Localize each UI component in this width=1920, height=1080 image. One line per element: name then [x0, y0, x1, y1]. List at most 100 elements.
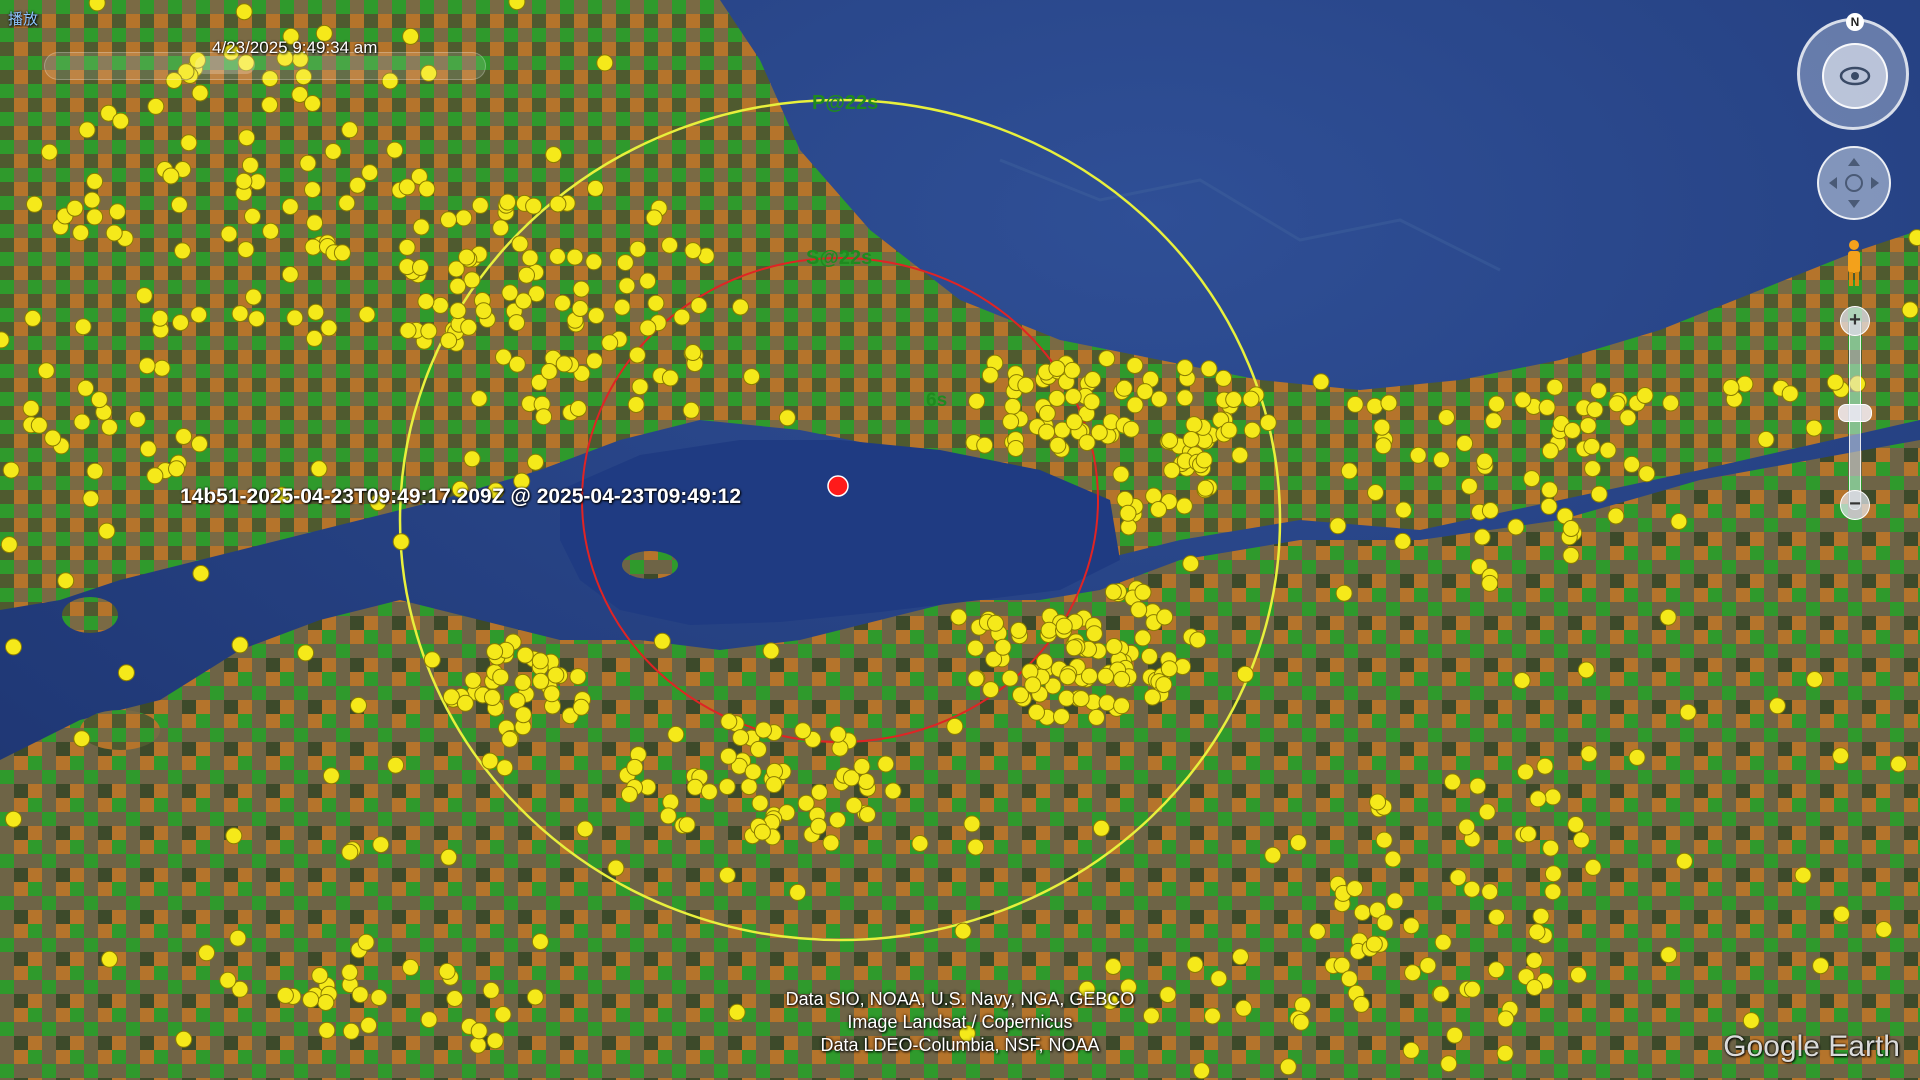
station-marker[interactable]: [718, 778, 736, 796]
station-marker[interactable]: [1141, 647, 1158, 665]
station-marker[interactable]: [1365, 935, 1383, 953]
station-marker[interactable]: [587, 179, 604, 197]
station-marker[interactable]: [628, 346, 646, 364]
station-marker[interactable]: [170, 196, 188, 214]
station-marker[interactable]: [342, 1022, 360, 1040]
station-marker[interactable]: [967, 670, 985, 688]
station-marker[interactable]: [463, 450, 481, 468]
station-marker[interactable]: [1485, 412, 1503, 430]
station-marker[interactable]: [987, 614, 1004, 632]
station-marker[interactable]: [464, 671, 482, 689]
station-marker[interactable]: [678, 816, 696, 834]
station-marker[interactable]: [1231, 446, 1249, 464]
station-marker[interactable]: [1440, 1055, 1458, 1073]
station-marker[interactable]: [1529, 790, 1547, 808]
station-marker[interactable]: [778, 409, 796, 427]
station-marker[interactable]: [423, 651, 441, 669]
station-marker[interactable]: [1200, 360, 1218, 378]
station-marker[interactable]: [1007, 440, 1025, 457]
station-marker[interactable]: [1675, 852, 1693, 870]
station-marker[interactable]: [1607, 507, 1625, 525]
station-marker[interactable]: [244, 207, 261, 225]
station-marker[interactable]: [1736, 375, 1754, 393]
station-marker[interactable]: [1660, 946, 1678, 964]
station-marker[interactable]: [1449, 869, 1467, 887]
play-label[interactable]: 播放: [8, 8, 38, 29]
station-marker[interactable]: [486, 1032, 504, 1050]
station-marker[interactable]: [508, 692, 526, 710]
station-marker[interactable]: [1679, 703, 1697, 721]
station-marker[interactable]: [231, 636, 249, 654]
station-marker[interactable]: [446, 990, 464, 1007]
station-marker[interactable]: [585, 253, 603, 271]
station-marker[interactable]: [967, 639, 984, 657]
station-marker[interactable]: [1186, 956, 1204, 973]
station-marker[interactable]: [1038, 404, 1056, 422]
station-marker[interactable]: [175, 428, 193, 445]
station-marker[interactable]: [40, 143, 58, 161]
station-marker[interactable]: [1308, 923, 1326, 940]
station-marker[interactable]: [311, 967, 329, 984]
station-marker[interactable]: [1097, 667, 1115, 685]
station-marker[interactable]: [1768, 697, 1786, 715]
station-marker[interactable]: [0, 536, 18, 554]
station-marker[interactable]: [981, 366, 999, 384]
station-marker[interactable]: [645, 209, 663, 227]
station-marker[interactable]: [1757, 430, 1775, 448]
station-marker[interactable]: [718, 866, 736, 884]
station-marker[interactable]: [647, 294, 665, 312]
station-marker[interactable]: [338, 194, 356, 212]
station-marker[interactable]: [501, 284, 519, 302]
station-marker[interactable]: [765, 776, 783, 794]
station-marker[interactable]: [1078, 434, 1096, 452]
station-marker[interactable]: [470, 1022, 488, 1040]
station-marker[interactable]: [1215, 369, 1232, 387]
station-marker[interactable]: [307, 303, 325, 321]
station-marker[interactable]: [86, 208, 104, 226]
station-marker[interactable]: [1292, 1013, 1310, 1031]
station-marker[interactable]: [1584, 460, 1602, 478]
station-marker[interactable]: [549, 195, 567, 213]
station-marker[interactable]: [471, 196, 489, 214]
station-marker[interactable]: [1340, 462, 1358, 480]
station-marker[interactable]: [1204, 1007, 1221, 1025]
station-marker[interactable]: [613, 298, 631, 316]
station-marker[interactable]: [1456, 434, 1474, 452]
station-marker[interactable]: [1182, 431, 1200, 448]
station-marker[interactable]: [1055, 617, 1073, 635]
station-marker[interactable]: [626, 758, 644, 776]
station-marker[interactable]: [1519, 825, 1537, 843]
station-marker[interactable]: [1156, 608, 1174, 626]
station-marker[interactable]: [585, 352, 603, 370]
station-marker[interactable]: [1024, 676, 1042, 694]
station-marker[interactable]: [73, 730, 91, 748]
station-marker[interactable]: [810, 817, 828, 835]
station-marker[interactable]: [1487, 961, 1505, 979]
station-marker[interactable]: [1636, 387, 1654, 404]
zoom-slider-handle[interactable]: [1838, 404, 1872, 422]
station-marker[interactable]: [884, 782, 902, 800]
station-marker[interactable]: [1812, 957, 1830, 975]
station-marker[interactable]: [1289, 834, 1307, 852]
station-marker[interactable]: [1469, 777, 1487, 795]
station-marker[interactable]: [101, 950, 118, 968]
station-marker[interactable]: [549, 248, 566, 265]
station-marker[interactable]: [554, 294, 571, 312]
station-marker[interactable]: [1579, 417, 1597, 435]
station-marker[interactable]: [1098, 350, 1116, 368]
station-marker[interactable]: [1072, 690, 1090, 708]
station-marker[interactable]: [753, 823, 771, 841]
station-marker[interactable]: [1901, 301, 1919, 319]
station-marker[interactable]: [305, 329, 323, 347]
station-marker[interactable]: [1580, 745, 1598, 763]
station-marker[interactable]: [532, 672, 550, 690]
station-marker[interactable]: [1001, 669, 1019, 687]
station-marker[interactable]: [449, 302, 467, 320]
station-marker[interactable]: [1175, 497, 1193, 515]
station-marker[interactable]: [1826, 373, 1844, 391]
station-marker[interactable]: [1375, 831, 1393, 849]
station-marker[interactable]: [402, 27, 420, 45]
station-marker[interactable]: [486, 643, 504, 661]
station-marker[interactable]: [1049, 436, 1067, 454]
station-marker[interactable]: [607, 859, 625, 877]
